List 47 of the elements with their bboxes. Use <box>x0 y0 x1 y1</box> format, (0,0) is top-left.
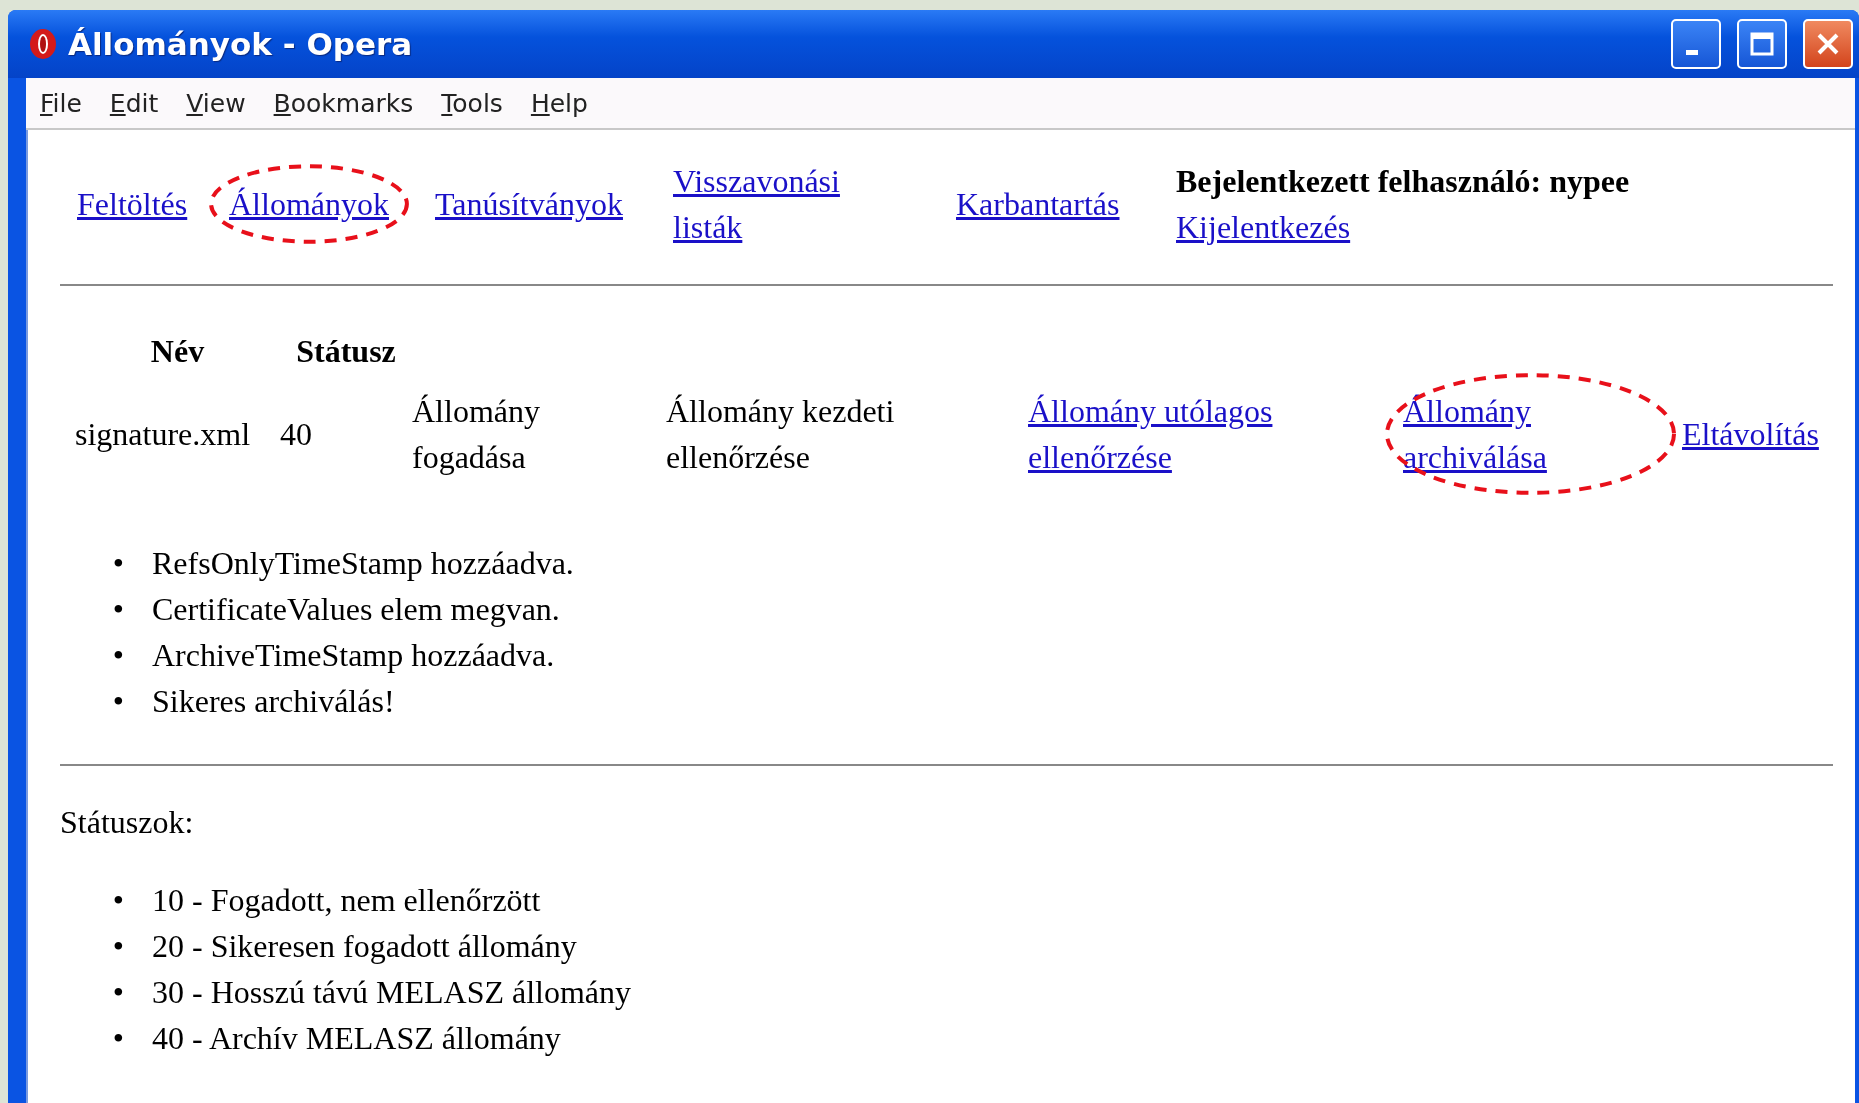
table-cell: 40 <box>280 416 312 452</box>
menu-item[interactable]: File <box>26 88 96 118</box>
maximize-icon <box>1749 31 1775 57</box>
minimize-button[interactable] <box>1671 19 1721 69</box>
message-text: ArchiveTimeStamp hozzáadva. <box>152 636 555 675</box>
column-header: Státusz <box>296 332 396 371</box>
action-link[interactable]: Eltávolítás <box>1682 411 1819 457</box>
bullet: • <box>111 927 125 966</box>
menu-item[interactable]: Bookmarks <box>259 88 428 118</box>
column-header: Név <box>150 332 205 371</box>
nav-link[interactable]: Feltöltés <box>77 181 188 227</box>
close-icon <box>1815 31 1841 57</box>
message-text: CertificateValues elem megvan. <box>152 590 560 629</box>
bullet: • <box>111 544 125 583</box>
close-button[interactable] <box>1803 19 1853 69</box>
status-description: 20 - Sikeresen fogadott állomány <box>152 927 577 966</box>
window-title: Állományok - Opera <box>68 26 414 62</box>
bullet: • <box>111 682 125 721</box>
bullet: • <box>111 881 125 920</box>
status-description: 40 - Archív MELASZ állomány <box>152 1019 561 1058</box>
nav-link[interactable]: Tanúsítványok <box>435 181 623 227</box>
action-link[interactable]: Állomány utólagos ellenőrzése <box>1028 388 1379 480</box>
table-cell: Állomány kezdeti ellenőrzése <box>666 393 895 475</box>
bullet: • <box>111 1019 125 1058</box>
action-link[interactable]: Állomány archiválása <box>1403 388 1658 480</box>
bullet: • <box>111 636 125 675</box>
logged-in-user: Bejelentkezett felhasználó: nypee <box>1176 162 1630 201</box>
menu-item[interactable]: Help <box>516 88 602 118</box>
menu-item[interactable]: Edit <box>95 88 173 118</box>
statuses-label: Státuszok: <box>60 804 194 840</box>
menu-item[interactable]: Tools <box>427 88 517 118</box>
nav-link[interactable]: Visszavonási listák <box>673 158 873 250</box>
status-description: 30 - Hosszú távú MELASZ állomány <box>152 973 632 1012</box>
minimize-icon <box>1686 49 1698 55</box>
logout-link[interactable]: Kijelentkezés <box>1176 204 1351 250</box>
message-text: RefsOnlyTimeStamp hozzáadva. <box>152 544 574 583</box>
table-cell: signature.xml <box>75 416 251 452</box>
message-text: Sikeres archiválás! <box>152 682 395 721</box>
menu-item[interactable]: View <box>172 88 260 118</box>
browser-logo-icon <box>28 27 58 61</box>
bullet: • <box>111 590 125 629</box>
maximize-button[interactable] <box>1737 19 1787 69</box>
nav-link[interactable]: Karbantartás <box>956 181 1120 227</box>
status-description: 10 - Fogadott, nem ellenőrzött <box>152 881 541 920</box>
table-cell: Állomány fogadása <box>412 393 540 475</box>
bullet: • <box>111 973 125 1012</box>
nav-link[interactable]: Állományok <box>229 181 389 227</box>
